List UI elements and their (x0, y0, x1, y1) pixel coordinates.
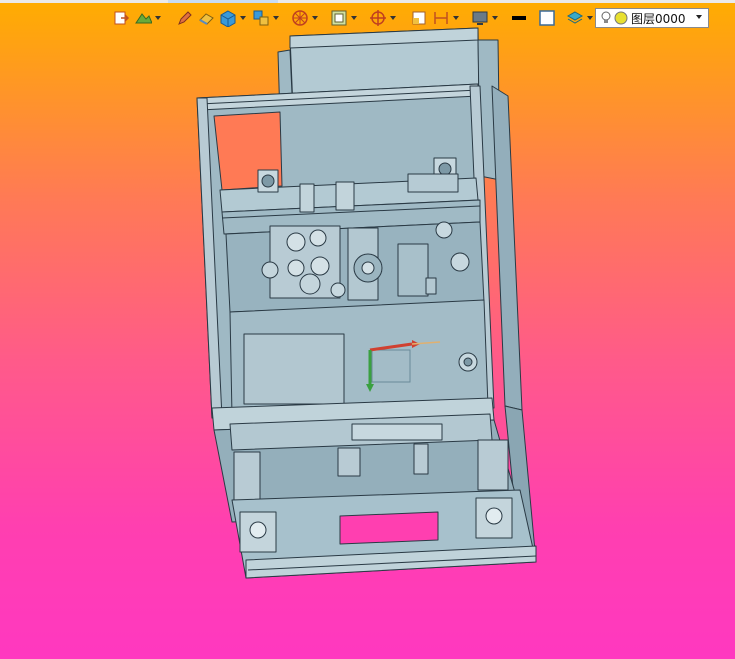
eraser-icon (199, 13, 214, 25)
exit-button[interactable] (112, 7, 130, 29)
layers-icon (566, 11, 584, 24)
solid-cube-button[interactable] (219, 7, 246, 29)
gear-4 (310, 256, 330, 276)
layers-button[interactable] (566, 7, 593, 29)
chevron-down-icon[interactable] (696, 15, 702, 19)
yellow-circle-icon[interactable] (614, 11, 628, 25)
wheel-button[interactable] (291, 7, 318, 29)
dimension-button[interactable] (432, 7, 459, 29)
carriage-mid (335, 181, 355, 211)
view-orientation-button[interactable] (252, 7, 279, 29)
pencil-icon (178, 11, 192, 25)
gear-1 (286, 232, 306, 252)
motor-right-shaft (438, 162, 452, 176)
target-icon (370, 10, 386, 26)
chevron-down-icon[interactable] (312, 16, 318, 20)
chevron-down-icon[interactable] (587, 16, 593, 20)
light-bulb-icon[interactable] (600, 11, 612, 25)
chevron-down-icon[interactable] (273, 16, 279, 20)
dimension-icon (434, 12, 448, 24)
gear-2 (309, 229, 327, 247)
layer-name: 图层0000 (631, 11, 686, 26)
switch (425, 277, 437, 295)
foot-right-screw (485, 507, 503, 525)
wheel-icon (292, 10, 308, 26)
power-supply (243, 333, 345, 405)
section-icon (412, 11, 426, 25)
gear-3 (287, 259, 305, 277)
exit-icon (114, 11, 130, 25)
lower-left-block (233, 451, 261, 501)
right-side-panel (491, 85, 523, 411)
frame-icon (331, 10, 347, 26)
layer-dropdown[interactable]: 图层0000 (595, 8, 709, 28)
3d-viewport[interactable]: 图层0000 (0, 0, 735, 659)
view-orientation-icon (253, 10, 269, 26)
monitor-icon (472, 11, 488, 25)
white-box-button[interactable] (538, 7, 556, 29)
black-line-icon (512, 16, 526, 20)
carriage-left (299, 183, 315, 213)
chevron-down-icon[interactable] (351, 16, 357, 20)
wheel-left (261, 261, 279, 279)
frame-button[interactable] (330, 7, 357, 29)
motor-left-shaft (261, 174, 275, 188)
bracket-right (407, 173, 459, 193)
lower-bracket-right (413, 443, 429, 475)
roller-small (330, 282, 346, 298)
white-box-icon (539, 10, 555, 26)
chevron-down-icon[interactable] (453, 16, 459, 20)
view-toolbar (112, 6, 597, 30)
foot-left-screw (249, 521, 267, 539)
knob-right (450, 252, 470, 272)
chevron-down-icon[interactable] (240, 16, 246, 20)
side-knob-center (463, 357, 473, 367)
pencil-button[interactable] (175, 7, 193, 29)
knob-upper-right (435, 221, 453, 239)
section-button[interactable] (410, 7, 428, 29)
lower-right-block (477, 439, 509, 491)
flatten-icon (135, 13, 152, 24)
chevron-down-icon[interactable] (155, 16, 161, 20)
control-board (397, 243, 429, 297)
drawer-slot (351, 423, 443, 441)
black-line-button[interactable] (510, 7, 528, 29)
target-button[interactable] (369, 7, 396, 29)
flatten-button[interactable] (134, 7, 161, 29)
feed-roller-hub (361, 261, 375, 275)
eraser-button[interactable] (197, 7, 215, 29)
monitor-button[interactable] (471, 7, 498, 29)
chevron-down-icon[interactable] (390, 16, 396, 20)
cad-model[interactable] (0, 0, 735, 659)
lower-bracket-left (337, 447, 361, 477)
solid-cube-icon (220, 10, 236, 27)
base-window (339, 511, 439, 545)
chevron-down-icon[interactable] (492, 16, 498, 20)
spindle (299, 273, 321, 295)
